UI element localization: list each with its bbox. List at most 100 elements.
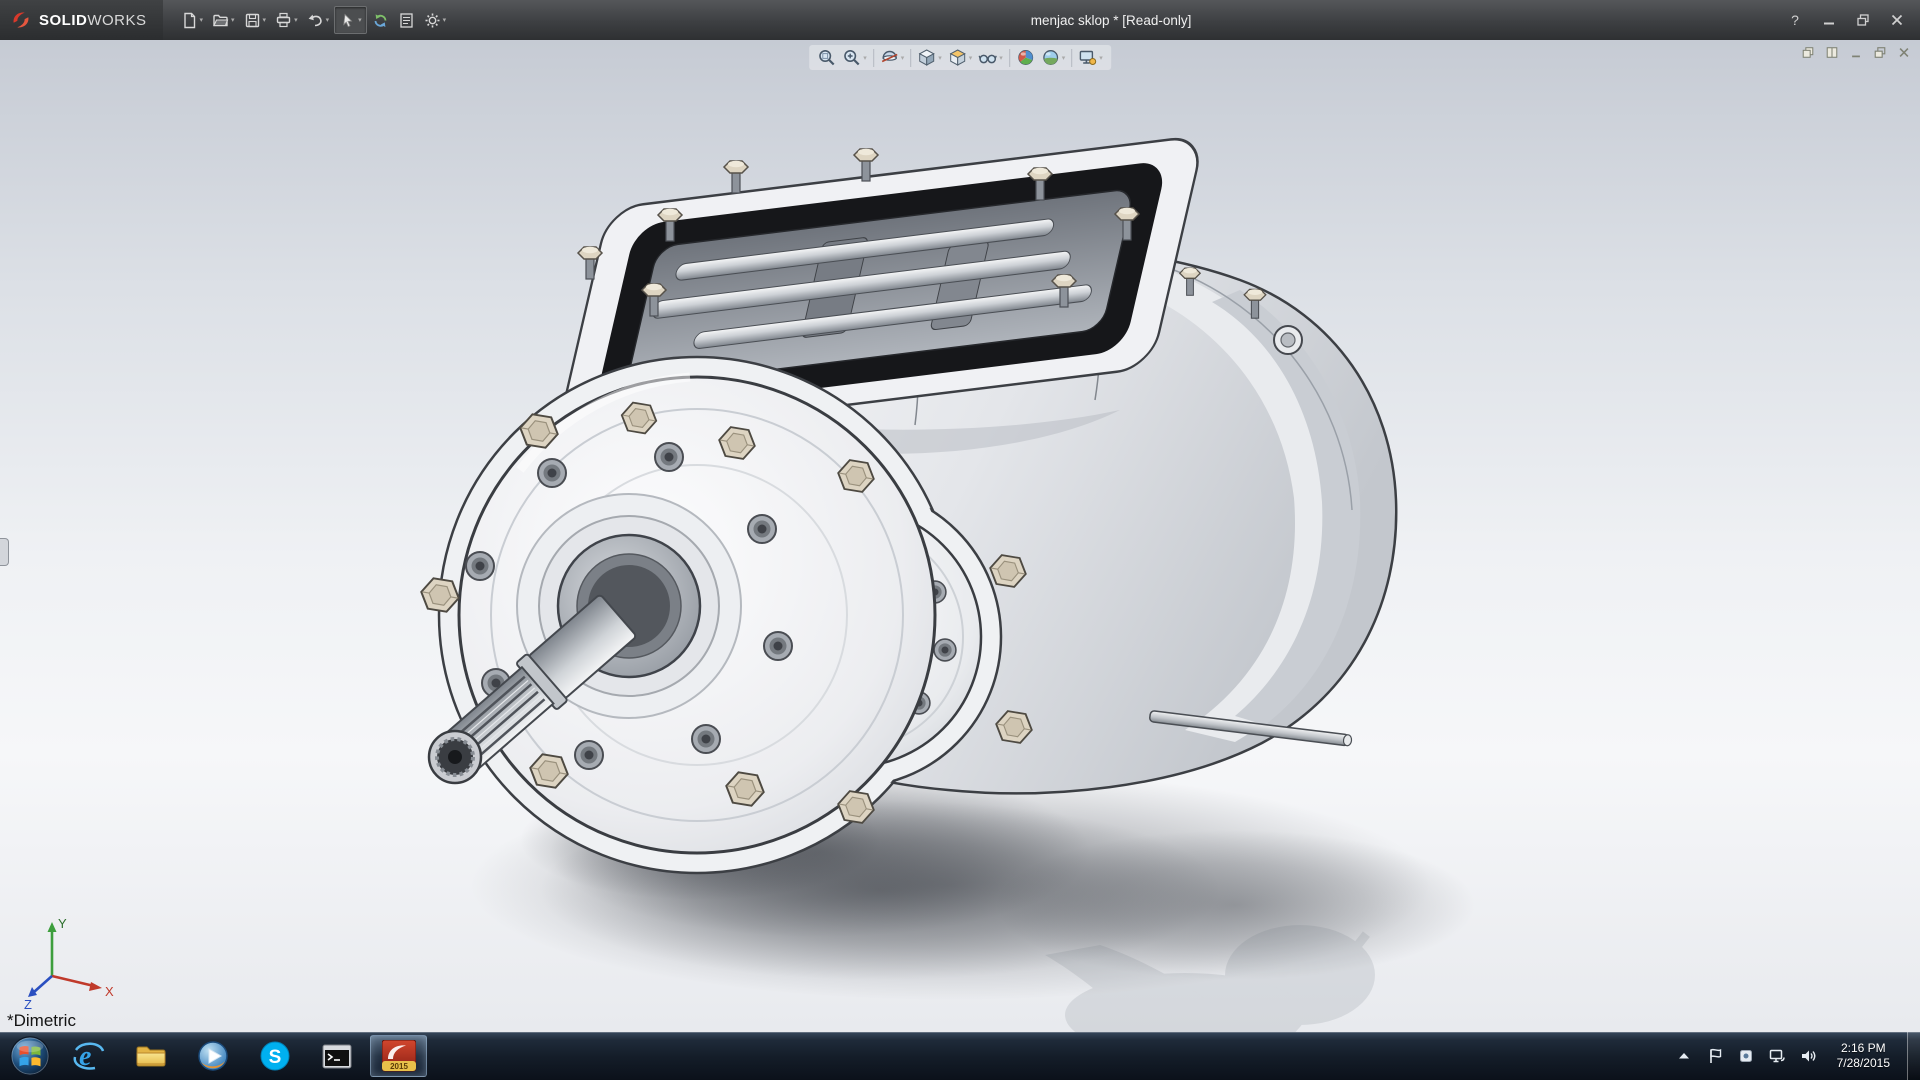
doc-tile-button[interactable] [1823,45,1840,60]
apply-scene-button[interactable]: ▾ [1038,47,1069,68]
taskbar-item-skype[interactable]: S [246,1035,303,1077]
toolbar-separator [1009,49,1010,67]
show-desktop-button[interactable] [1907,1032,1920,1080]
rebuild-button[interactable] [368,6,393,34]
view-orientation-button[interactable]: ▾ [914,47,945,68]
volume-button[interactable] [1796,1043,1820,1069]
taskbar-clock[interactable]: 2:16 PM 7/28/2015 [1827,1041,1900,1071]
apply-scene-icon [1041,48,1060,67]
flag-icon [1706,1047,1724,1065]
section-view-icon [880,48,899,67]
view-orientation-icon [917,48,936,67]
doc-cascade-button[interactable] [1799,45,1816,60]
doc-restore-button[interactable] [1871,45,1888,60]
clock-date: 7/28/2015 [1837,1056,1890,1071]
doc-minimize-button[interactable] [1847,45,1864,60]
feature-panel-handle[interactable] [0,538,9,566]
cascade-icon [1801,46,1815,59]
display-style-button[interactable]: ▾ [945,47,976,68]
taskbar-item-windows-explorer[interactable] [122,1035,179,1077]
titlebar: SOLIDWORKS ▾ ▾ ▾ ▾ ▾ [0,0,1920,40]
taskbar: e [0,1032,1920,1080]
minimize-button[interactable] [1820,11,1838,29]
window-title: menjac sklop * [Read-only] [450,13,1772,28]
solidworks-window: SOLIDWORKS ▾ ▾ ▾ ▾ ▾ [0,0,1920,1080]
solidworks-logo: SOLIDWORKS [0,0,163,40]
view-settings-button[interactable]: ▾ [1075,47,1106,68]
save-icon [244,12,261,29]
speaker-icon [1799,1047,1817,1065]
main-toolbar: ▾ ▾ ▾ ▾ ▾ ▾ [177,6,451,34]
help-button[interactable]: ? [1786,11,1804,29]
front-flange[interactable] [459,377,935,853]
internet-explorer-icon: e [72,1039,106,1073]
windows-start-icon [9,1035,51,1077]
skype-icon: S [259,1040,291,1072]
save-button[interactable]: ▾ [240,6,271,34]
section-view-button[interactable]: ▾ [877,47,908,68]
notification-area: 2:16 PM 7/28/2015 [1672,1032,1920,1080]
print-button[interactable]: ▾ [271,6,302,34]
file-properties-icon [398,12,415,29]
doc-close-button[interactable] [1895,45,1912,60]
taskbar-item-command-prompt[interactable] [308,1035,365,1077]
select-button[interactable]: ▾ [334,6,367,34]
taskbar-item-internet-explorer[interactable]: e [60,1035,117,1077]
zoom-to-area-icon [842,48,861,67]
minimize-icon [1823,14,1835,26]
svg-text:S: S [268,1047,281,1068]
hide-show-items-button[interactable]: ▾ [975,47,1006,68]
toolbar-separator [910,49,911,67]
new-document-button[interactable]: ▾ [177,6,208,34]
close-button[interactable] [1888,11,1906,29]
action-center-button[interactable] [1703,1043,1727,1069]
view-settings-icon [1078,48,1097,67]
brand-text: SOLIDWORKS [39,12,147,29]
solidworks-app-icon: 2015 [382,1040,416,1072]
taskbar-item-windows-media-player[interactable] [184,1035,241,1077]
chevron-up-icon [1675,1047,1693,1065]
ds-logo-icon [10,9,32,31]
open-button[interactable]: ▾ [208,6,239,34]
reference-triad: Y X Z [22,914,118,1010]
taskbar-item-solidworks-2015[interactable]: 2015 [370,1035,427,1077]
triad-y-label: Y [58,916,67,931]
select-cursor-icon [339,12,356,29]
toolbar-separator [873,49,874,67]
triad-z-label: Z [24,997,32,1010]
doc-minimize-icon [1849,46,1863,59]
start-button[interactable] [0,1032,60,1080]
display-style-icon [948,48,967,67]
doc-close-icon [1897,46,1911,59]
tray-app-button[interactable] [1734,1043,1758,1069]
command-prompt-icon [322,1044,352,1069]
undo-button[interactable]: ▾ [303,6,334,34]
media-player-icon [197,1040,229,1072]
taskbar-items: e [60,1035,427,1077]
clock-time: 2:16 PM [1841,1041,1886,1056]
graphics-area[interactable]: ▾ ▾ ▾ ▾ ▾ [0,40,1920,1032]
tray-app-icon [1737,1047,1755,1065]
toolbar-separator [1071,49,1072,67]
restore-button[interactable] [1854,11,1872,29]
gearbox-model[interactable] [0,40,1920,1032]
restore-icon [1857,14,1869,26]
options-button[interactable]: ▾ [420,6,451,34]
network-button[interactable] [1765,1043,1789,1069]
show-hidden-icons-button[interactable] [1672,1043,1696,1069]
hide-show-items-icon [978,48,997,67]
triad-x-label: X [105,984,114,999]
rebuild-icon [372,12,389,29]
svg-text:2015: 2015 [390,1062,408,1071]
new-document-icon [181,12,198,29]
edit-appearance-button[interactable] [1013,47,1038,68]
zoom-to-fit-button[interactable] [814,47,839,68]
network-icon [1768,1047,1786,1065]
heads-up-toolbar: ▾ ▾ ▾ ▾ ▾ [809,45,1111,70]
document-window-controls [1799,45,1912,60]
close-icon [1891,14,1903,26]
file-properties-button[interactable] [394,6,419,34]
zoom-to-fit-icon [817,48,836,67]
print-icon [275,12,292,29]
zoom-to-area-button[interactable]: ▾ [839,47,870,68]
